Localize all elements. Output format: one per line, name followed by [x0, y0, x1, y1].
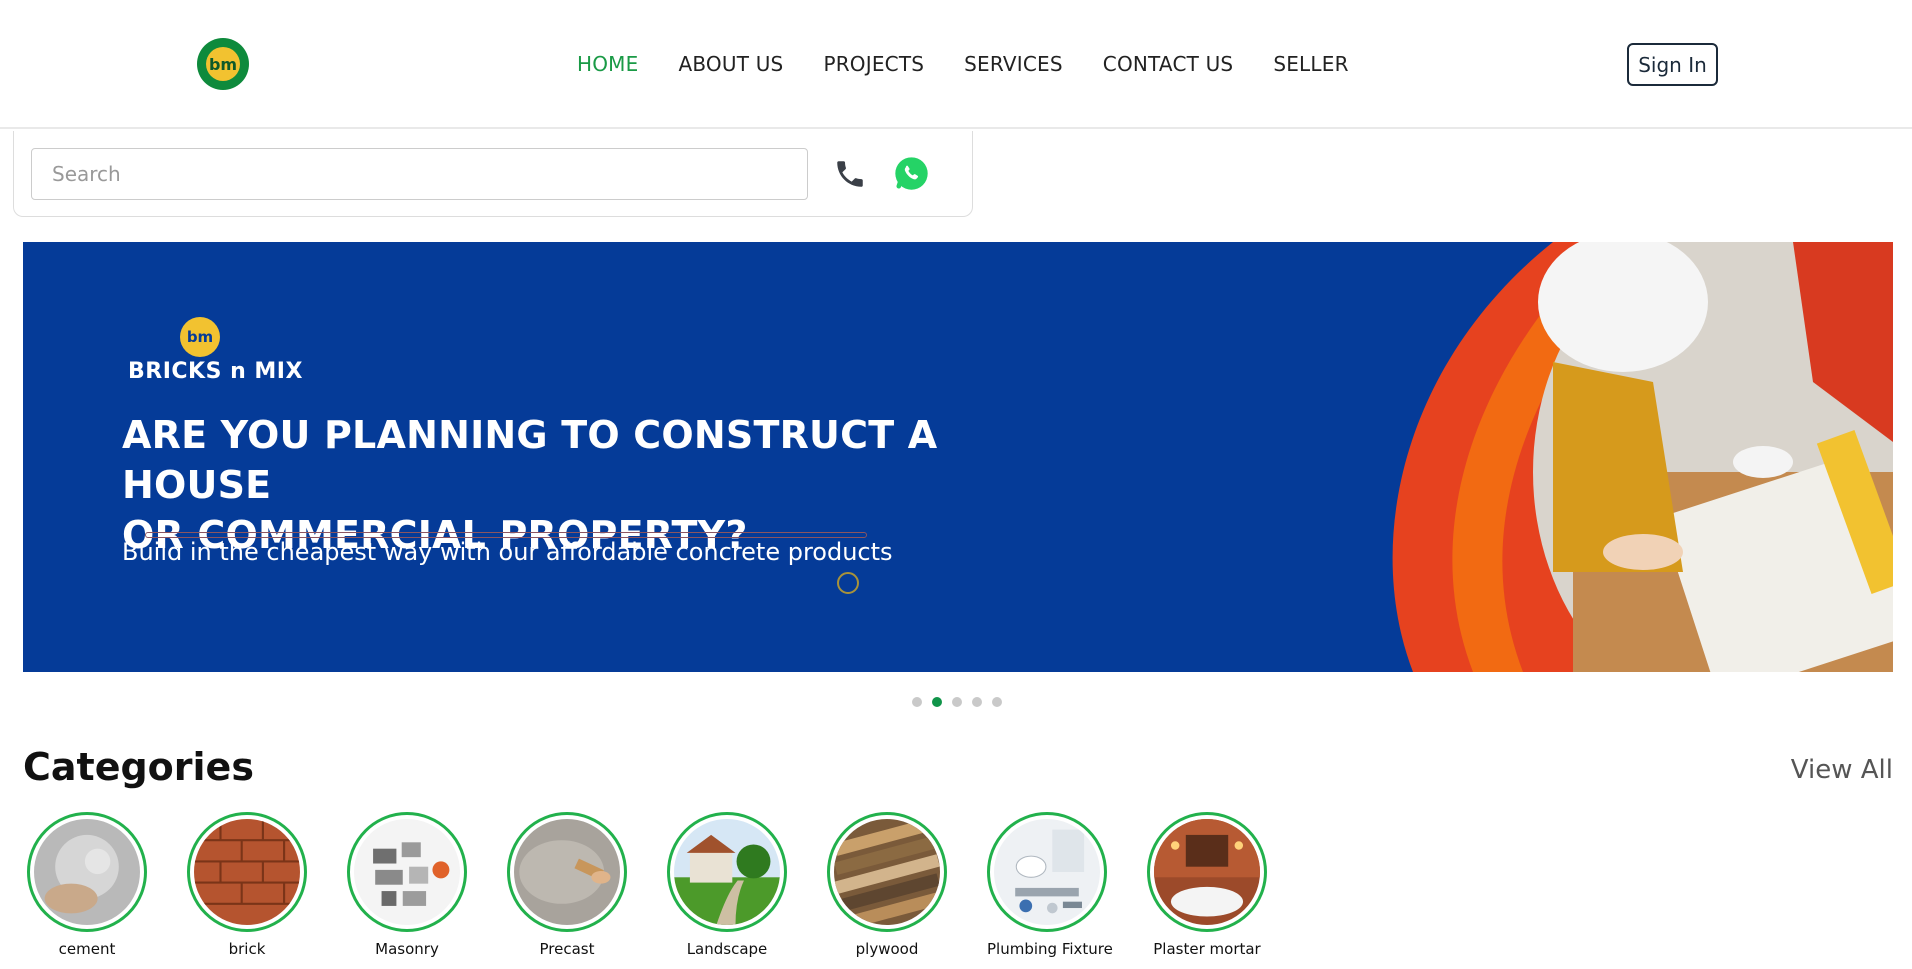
- banner-brand-name: BRICKS n MIX: [128, 359, 303, 384]
- hero-banner[interactable]: bm BRICKS n MIX ARE YOU PLANNING TO CONS…: [23, 242, 1893, 672]
- category-image-frame: [187, 812, 307, 932]
- site-header: bm HOME ABOUT US PROJECTS SERVICES CONTA…: [0, 0, 1912, 129]
- whatsapp-icon[interactable]: [893, 155, 930, 192]
- banner-construction-image: [1392, 242, 1893, 672]
- category-precast[interactable]: Precast: [507, 812, 667, 958]
- category-brick[interactable]: brick: [187, 812, 347, 958]
- nav-projects[interactable]: PROJECTS: [823, 52, 924, 76]
- category-label: brick: [228, 940, 266, 958]
- category-image-frame: [667, 812, 787, 932]
- slide-dot-2[interactable]: [932, 697, 942, 707]
- slide-dot-5[interactable]: [992, 697, 1002, 707]
- masonry-image: [354, 819, 460, 925]
- category-label: Landscape: [686, 940, 768, 958]
- banner-brand-logo: bm BRICKS n MIX: [128, 317, 308, 387]
- slide-dot-3[interactable]: [952, 697, 962, 707]
- category-label: Masonry: [375, 940, 439, 958]
- category-image-frame: [987, 812, 1107, 932]
- plaster-mortar-image: [1154, 819, 1260, 925]
- nav-seller[interactable]: SELLER: [1273, 52, 1348, 76]
- category-cement[interactable]: cement: [27, 812, 187, 958]
- category-image-frame: [347, 812, 467, 932]
- brick-image: [194, 819, 300, 925]
- precast-image: [514, 819, 620, 925]
- category-image-frame: [1147, 812, 1267, 932]
- category-label: cement: [58, 940, 116, 958]
- brand-logo-mark: bm: [206, 47, 240, 81]
- nav-home[interactable]: HOME: [577, 52, 638, 76]
- cement-image: [34, 819, 140, 925]
- phone-icon[interactable]: [833, 157, 867, 191]
- categories-title: Categories: [23, 745, 254, 789]
- banner-pagination: [912, 697, 1002, 707]
- nav-services[interactable]: SERVICES: [964, 52, 1063, 76]
- category-list: cement brick Masonry Precast Landscape p…: [27, 812, 1307, 958]
- category-plumbing-fixture[interactable]: Plumbing Fixture: [987, 812, 1147, 958]
- banner-logo-mark: bm: [180, 317, 220, 357]
- main-nav: HOME ABOUT US PROJECTS SERVICES CONTACT …: [577, 52, 1389, 76]
- category-image-frame: [27, 812, 147, 932]
- search-bar: [13, 131, 973, 217]
- banner-headline-line-1: ARE YOU PLANNING TO CONSTRUCT A HOUSE: [122, 413, 938, 507]
- view-all-link[interactable]: View All: [1791, 755, 1893, 785]
- banner-subtitle: Build in the cheapest way with our affor…: [122, 538, 893, 566]
- slide-dot-1[interactable]: [912, 697, 922, 707]
- slide-dot-4[interactable]: [972, 697, 982, 707]
- sign-in-button[interactable]: Sign In: [1627, 43, 1718, 86]
- category-masonry[interactable]: Masonry: [347, 812, 507, 958]
- category-label: plywood: [855, 940, 919, 958]
- brand-logo[interactable]: bm: [197, 38, 249, 90]
- nav-about-us[interactable]: ABOUT US: [678, 52, 783, 76]
- category-label: Plaster mortar: [1153, 940, 1261, 958]
- category-plywood[interactable]: plywood: [827, 812, 987, 958]
- landscape-image: [674, 819, 780, 925]
- category-landscape[interactable]: Landscape: [667, 812, 827, 958]
- category-image-frame: [507, 812, 627, 932]
- banner-decor-ring: [837, 572, 859, 594]
- plumbing-fixture-image: [994, 819, 1100, 925]
- category-plaster-mortar[interactable]: Plaster mortar: [1147, 812, 1307, 958]
- plywood-image: [834, 816, 940, 933]
- category-label: Plumbing Fixture: [987, 940, 1113, 958]
- category-image-frame: [827, 812, 947, 933]
- search-input[interactable]: [31, 148, 808, 200]
- category-label: Precast: [539, 940, 595, 958]
- nav-contact-us[interactable]: CONTACT US: [1103, 52, 1234, 76]
